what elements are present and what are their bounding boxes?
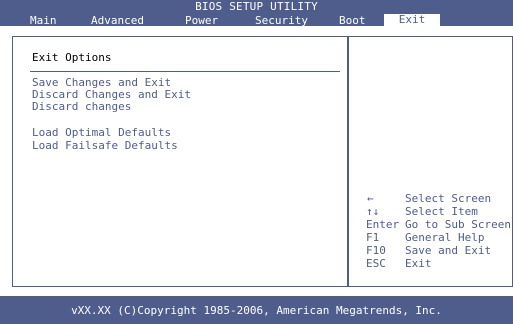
section-title: Exit Options (32, 51, 112, 64)
help-desc-general-help: General Help (405, 231, 485, 244)
help-desc-select-screen: Select Screen (405, 192, 492, 205)
tab-boot[interactable]: Boot (339, 15, 366, 26)
help-key-f10: F10 (366, 244, 386, 257)
help-key-esc: ESC (366, 257, 386, 270)
help-key-left-arrow: ← (367, 192, 374, 205)
options-panel (12, 36, 348, 287)
help-desc-select-item: Select Item (405, 205, 478, 218)
tab-power[interactable]: Power (185, 15, 218, 26)
tab-security[interactable]: Security (255, 15, 308, 26)
help-desc-save-and-exit: Save and Exit (405, 244, 492, 257)
bios-setup-window: BIOS SETUP UTILITY Main Advanced Power S… (0, 0, 513, 324)
page-title: BIOS SETUP UTILITY (195, 0, 318, 13)
copyright-text: vXX.XX (C)Copyright 1985-2006, American … (71, 304, 442, 317)
help-key-up-down-arrows: ↑↓ (366, 205, 380, 218)
help-key-enter: Enter (366, 218, 400, 231)
help-desc-go-to-sub-screen: Go to Sub Screen (405, 218, 511, 231)
option-load-failsafe-defaults[interactable]: Load Failsafe Defaults (32, 140, 178, 152)
option-load-optimal-defaults[interactable]: Load Optimal Defaults (32, 127, 171, 139)
help-desc-exit: Exit (405, 257, 432, 270)
option-discard-changes[interactable]: Discard changes (32, 101, 131, 113)
tab-advanced[interactable]: Advanced (91, 15, 144, 26)
help-key-f1: F1 (366, 231, 380, 244)
tab-main[interactable]: Main (30, 15, 57, 26)
section-divider (30, 71, 340, 72)
